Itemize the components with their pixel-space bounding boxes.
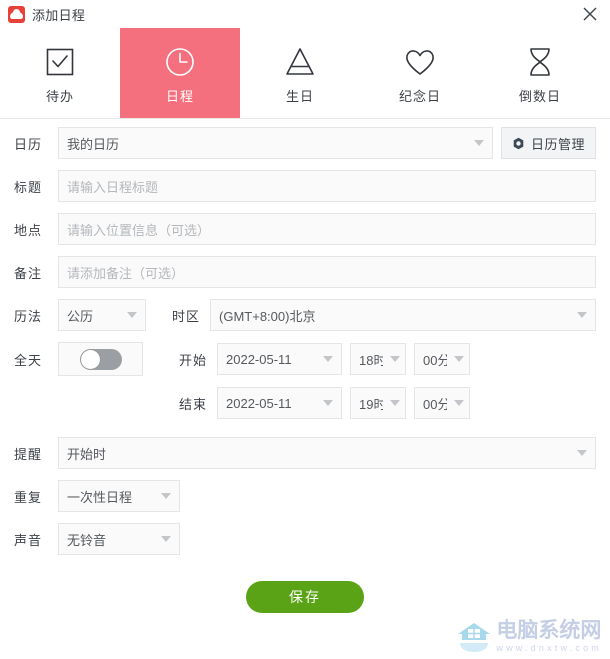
label-all-day: 全天 (14, 352, 43, 368)
label-title: 标题 (14, 179, 43, 195)
repeat-select[interactable]: 一次性日程 (58, 480, 180, 512)
note-placeholder: 请添加备注（可选） (67, 265, 185, 281)
chevron-down-icon (323, 356, 334, 362)
calendar-manage-button[interactable]: 日历管理 (500, 127, 596, 159)
label-reminder: 提醒 (14, 446, 43, 462)
watermark-url: www.dnxtw.com (496, 643, 602, 653)
title-input[interactable]: 请输入日程标题 (58, 170, 596, 202)
chevron-down-icon (390, 356, 401, 362)
label-location: 地点 (14, 222, 43, 238)
label-note: 备注 (14, 265, 43, 281)
row-repeat: 重复 一次性日程 (14, 480, 596, 512)
chevron-down-icon (577, 450, 587, 456)
chevron-down-icon (161, 493, 171, 499)
tab-countdown-label: 倒数日 (518, 88, 561, 104)
calendar-system-value: 公历 (67, 308, 94, 324)
cake-icon (282, 42, 318, 82)
chevron-down-icon (323, 400, 334, 406)
row-all-day-start: 全天 开始 2022-05-11 18时 00分 (14, 342, 596, 376)
event-form: 日历 我的日历 日历管理 标题 请输入日程标题 地点 请输入位置信息（可选） 备… (0, 119, 610, 613)
chevron-down-icon (473, 140, 484, 146)
chevron-down-icon (454, 400, 465, 406)
row-calendar: 日历 我的日历 日历管理 (14, 127, 596, 159)
tab-todo[interactable]: 待办 (0, 28, 120, 118)
tab-bar: 待办 日程 生日 纪念日 倒数日 (0, 28, 610, 119)
tab-birthday-label: 生日 (285, 88, 314, 104)
title-bar: 添加日程 (0, 0, 610, 28)
save-button[interactable]: 保存 (246, 581, 364, 613)
all-day-toggle-knob (80, 349, 100, 369)
end-hour-select[interactable]: 19时 (350, 387, 407, 419)
title-placeholder: 请输入日程标题 (67, 179, 159, 195)
row-note: 备注 请添加备注（可选） (14, 256, 596, 288)
sound-select[interactable]: 无铃音 (58, 523, 180, 555)
location-placeholder: 请输入位置信息（可选） (67, 222, 211, 238)
tab-birthday[interactable]: 生日 (240, 28, 360, 118)
start-hour-select[interactable]: 18时 (350, 343, 407, 375)
chevron-down-icon (161, 536, 171, 542)
start-date-select[interactable]: 2022-05-11 (217, 343, 343, 375)
row-reminder: 提醒 开始时 (14, 437, 596, 469)
calendar-manage-label: 日历管理 (530, 136, 585, 152)
all-day-toggle-track (79, 348, 122, 370)
start-minute-select[interactable]: 00分 (414, 343, 471, 375)
reminder-value: 开始时 (67, 446, 107, 462)
timezone-value: (GMT+8:00)北京 (219, 308, 316, 324)
calendar-value: 我的日历 (67, 136, 120, 152)
timezone-select[interactable]: (GMT+8:00)北京 (210, 299, 596, 331)
checkbox-icon (43, 42, 77, 82)
label-timezone: 时区 (172, 308, 201, 324)
tab-schedule[interactable]: 日程 (120, 28, 240, 118)
end-date-select[interactable]: 2022-05-11 (217, 387, 343, 419)
label-calendar-system: 历法 (14, 308, 43, 324)
tab-countdown[interactable]: 倒数日 (480, 28, 600, 118)
calendar-select[interactable]: 我的日历 (58, 127, 493, 159)
tab-todo-label: 待办 (45, 88, 74, 104)
row-calendar-system: 历法 公历 时区 (GMT+8:00)北京 (14, 299, 596, 331)
repeat-value: 一次性日程 (67, 489, 133, 505)
action-bar: 保存 (14, 581, 596, 613)
heart-icon (402, 42, 438, 82)
hourglass-icon (522, 42, 558, 82)
all-day-toggle[interactable] (58, 342, 143, 376)
label-calendar: 日历 (14, 136, 43, 152)
end-minute-value: 00分 (423, 396, 448, 412)
house-icon (458, 622, 491, 652)
end-date-value: 2022-05-11 (226, 395, 292, 411)
end-minute-select[interactable]: 00分 (414, 387, 471, 419)
row-sound: 声音 无铃音 (14, 523, 596, 555)
watermark: 电脑系统网 www.dnxtw.com (457, 620, 602, 653)
gear-icon (513, 137, 524, 149)
reminder-select[interactable]: 开始时 (58, 437, 596, 469)
row-end: 结束 2022-05-11 19时 00分 (14, 387, 596, 419)
label-sound: 声音 (14, 532, 43, 548)
sound-value: 无铃音 (67, 532, 107, 548)
row-location: 地点 请输入位置信息（可选） (14, 213, 596, 245)
label-repeat: 重复 (14, 489, 43, 505)
start-hour-value: 18时 (359, 352, 384, 368)
tab-anniversary-label: 纪念日 (398, 88, 441, 104)
chevron-down-icon (454, 356, 465, 362)
note-input[interactable]: 请添加备注（可选） (58, 256, 596, 288)
end-hour-value: 19时 (359, 396, 384, 412)
start-minute-value: 00分 (423, 352, 448, 368)
clock-icon (162, 42, 198, 82)
label-end: 结束 (179, 396, 208, 412)
tab-schedule-label: 日程 (165, 88, 194, 104)
chevron-down-icon (127, 312, 137, 318)
watermark-title: 电脑系统网 (496, 618, 602, 642)
calendar-system-select[interactable]: 公历 (58, 299, 146, 331)
row-title: 标题 请输入日程标题 (14, 170, 596, 202)
tab-anniversary[interactable]: 纪念日 (360, 28, 480, 118)
chevron-down-icon (577, 312, 587, 318)
window-title: 添加日程 (32, 7, 86, 23)
start-date-value: 2022-05-11 (226, 351, 292, 367)
chevron-down-icon (390, 400, 401, 406)
cloud-icon (8, 5, 25, 23)
label-start: 开始 (179, 352, 208, 368)
location-input[interactable]: 请输入位置信息（可选） (58, 213, 596, 245)
close-icon[interactable] (570, 0, 610, 28)
